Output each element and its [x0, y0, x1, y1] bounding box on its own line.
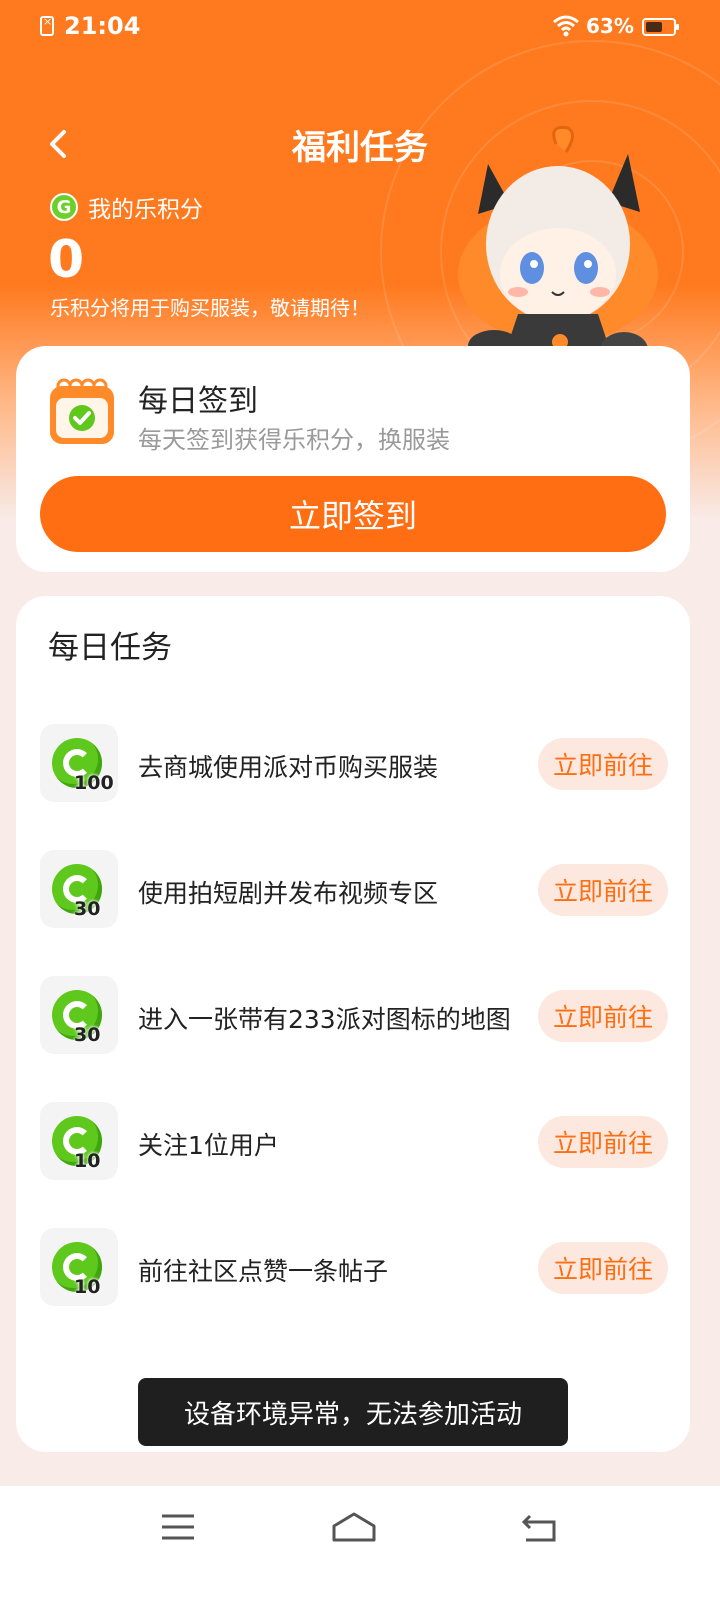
- checkin-card: 每日签到 每天签到获得乐积分，换服装 立即签到: [16, 346, 690, 572]
- menu-icon[interactable]: [158, 1510, 198, 1544]
- task-label: 使用拍短剧并发布视频专区: [138, 879, 439, 908]
- points-value: 0: [48, 230, 85, 290]
- task-reward-icon: 10: [40, 1102, 118, 1180]
- points-note: 乐积分将用于购买服装，敬请期待！: [50, 296, 370, 320]
- toast-message: 设备环境异常，无法参加活动: [138, 1378, 568, 1446]
- task-label: 关注1位用户: [138, 1131, 279, 1160]
- daily-tasks-card: 每日任务 100 去商城使用派对币购买服装 立即前往 30 使用拍短剧并发布视频…: [16, 596, 690, 1452]
- task-go-button[interactable]: 立即前往: [538, 738, 668, 790]
- task-label: 前往社区点赞一条帖子: [138, 1257, 389, 1286]
- task-go-button[interactable]: 立即前往: [538, 1242, 668, 1294]
- battery-icon: [642, 18, 679, 36]
- task-item: 10 关注1位用户 立即前往: [40, 1102, 668, 1182]
- sim-error-icon: [40, 15, 54, 36]
- points-label-row: G 我的乐积分: [50, 192, 203, 223]
- status-time: 21:04: [64, 12, 141, 40]
- task-item: 30 使用拍短剧并发布视频专区 立即前往: [40, 850, 668, 930]
- battery-level: [646, 22, 662, 32]
- checkin-button[interactable]: 立即签到: [40, 476, 666, 552]
- home-icon[interactable]: [330, 1510, 378, 1544]
- tasks-title: 每日任务: [48, 630, 172, 666]
- points-coin-icon: G: [50, 193, 78, 221]
- task-reward-icon: 30: [40, 850, 118, 928]
- system-nav-bar: [0, 1486, 720, 1600]
- task-reward: 30: [74, 1024, 101, 1046]
- checkin-subtitle: 每天签到获得乐积分，换服装: [138, 426, 450, 454]
- points-label: 我的乐积分: [88, 197, 203, 223]
- task-go-button[interactable]: 立即前往: [538, 864, 668, 916]
- task-reward-icon: 100: [40, 724, 118, 802]
- task-go-button[interactable]: 立即前往: [538, 990, 668, 1042]
- checkin-title: 每日签到: [138, 384, 258, 419]
- back-nav-icon[interactable]: [520, 1510, 560, 1544]
- task-reward: 10: [74, 1150, 101, 1172]
- task-go-button[interactable]: 立即前往: [538, 1116, 668, 1168]
- status-bar: 21:04 63%: [0, 0, 720, 56]
- task-reward-icon: 10: [40, 1228, 118, 1306]
- mascot-character-illustration: [458, 125, 658, 374]
- task-reward: 10: [74, 1276, 101, 1298]
- task-label: 进入一张带有233派对图标的地图: [138, 1005, 511, 1034]
- task-item: 10 前往社区点赞一条帖子 立即前往: [40, 1228, 668, 1308]
- task-label: 去商城使用派对币购买服装: [138, 753, 439, 782]
- task-reward: 30: [74, 898, 101, 920]
- battery-percent: 63%: [586, 14, 634, 38]
- task-reward: 100: [74, 772, 114, 794]
- wifi-icon: [553, 15, 579, 37]
- calendar-check-icon: [50, 378, 114, 444]
- task-reward-icon: 30: [40, 976, 118, 1054]
- task-item: 30 进入一张带有233派对图标的地图 立即前往: [40, 976, 668, 1056]
- task-item: 100 去商城使用派对币购买服装 立即前往: [40, 724, 668, 804]
